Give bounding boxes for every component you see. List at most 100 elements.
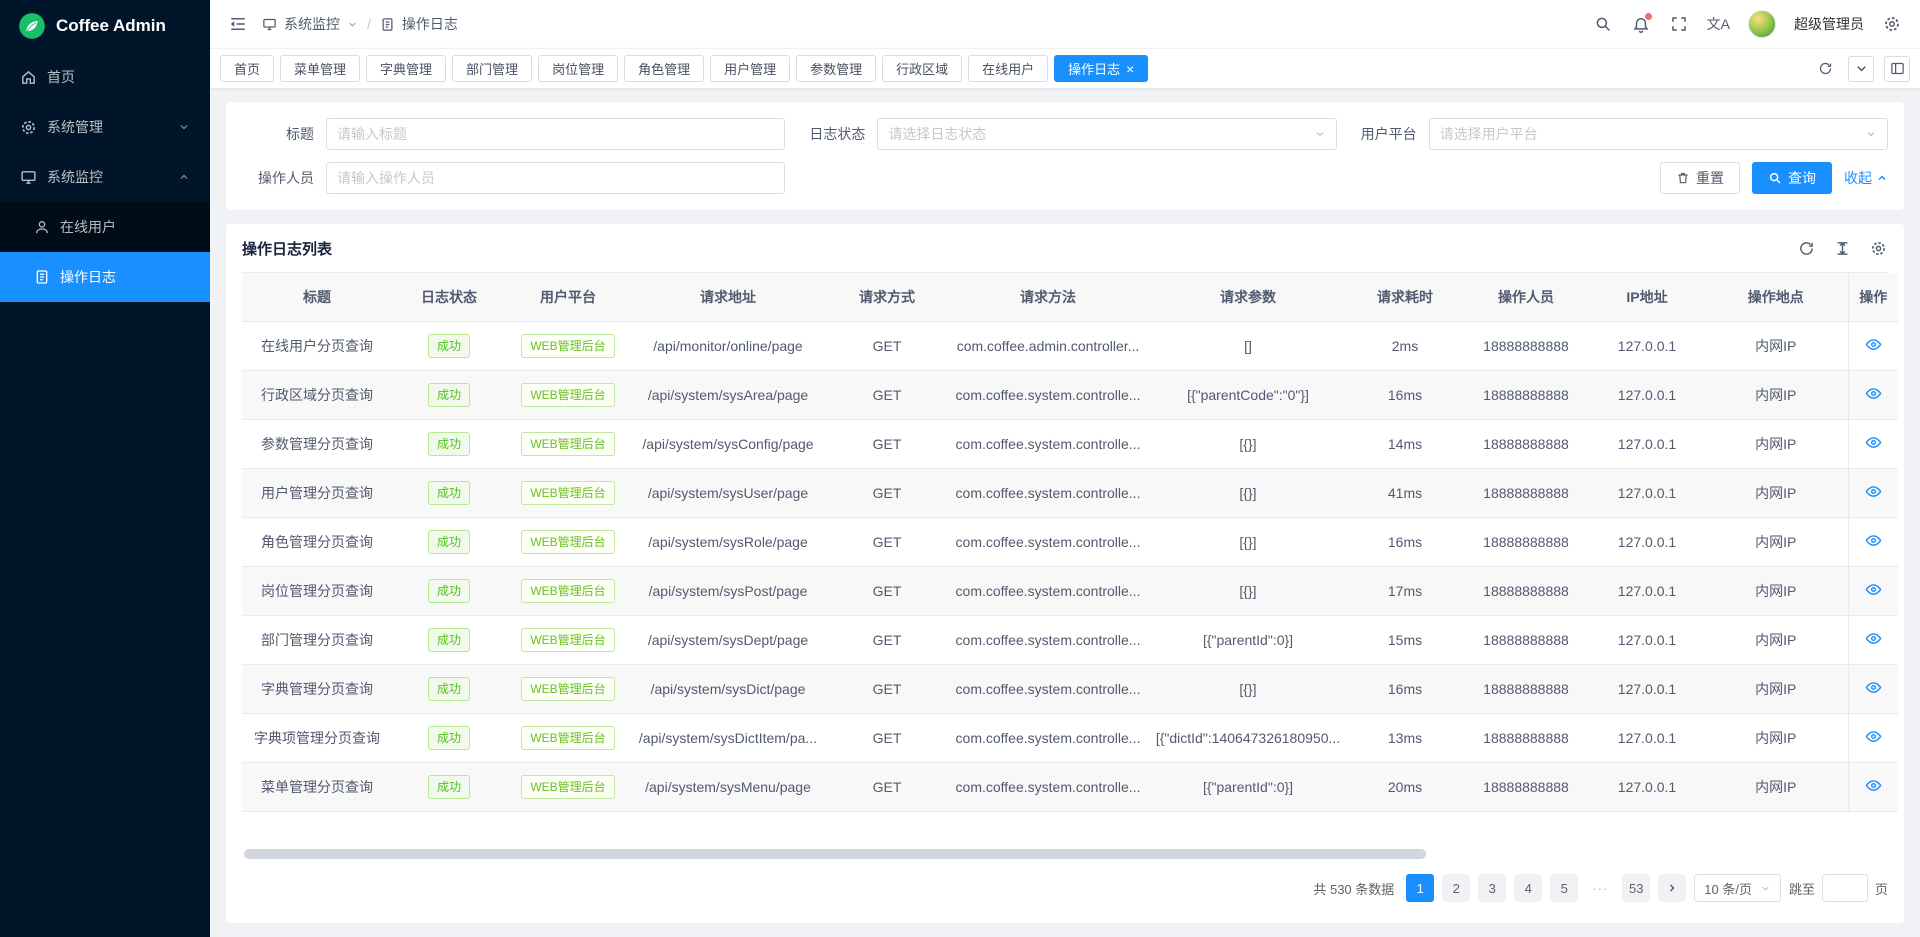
log-list-panel: 操作日志列表 <box>226 224 1904 923</box>
page-button[interactable]: 3 <box>1478 874 1506 902</box>
view-detail-button[interactable] <box>1865 679 1882 696</box>
language-switch-button[interactable]: 文A <box>1707 14 1730 34</box>
operation-log-table: 标题日志状态用户平台请求地址请求方式请求方法请求参数请求耗时操作人员IP地址操作… <box>242 273 1898 812</box>
log-status-label: 日志状态 <box>785 124 877 144</box>
cell-action <box>1848 713 1898 762</box>
tabs-refresh-button[interactable] <box>1812 56 1838 82</box>
sidebar-collapse-button[interactable] <box>228 14 248 34</box>
log-status-select[interactable]: 请选择日志状态 <box>877 118 1336 150</box>
cell-platform: WEB管理后台 <box>506 615 630 664</box>
tab-close-icon[interactable]: × <box>1126 62 1134 76</box>
main-area: 系统监控 / 操作日志 文A <box>210 0 1920 937</box>
sidebar-item-home[interactable]: 首页 <box>0 52 210 102</box>
collapse-filters-button[interactable]: 收起 <box>1844 168 1888 188</box>
tab-item[interactable]: 菜单管理 <box>280 55 360 82</box>
tab-label: 字典管理 <box>380 59 432 78</box>
tab-item[interactable]: 用户管理 <box>710 55 790 82</box>
tab-item[interactable]: 岗位管理 <box>538 55 618 82</box>
sidebar: Coffee Admin 首页 系统管理 系统监控 在线用户 <box>0 0 210 937</box>
breadcrumb-separator: / <box>367 16 371 32</box>
cell-operator: 18888888888 <box>1462 615 1590 664</box>
column-header: 请求耗时 <box>1348 273 1462 321</box>
cell-status: 成功 <box>392 713 506 762</box>
cell-operator: 18888888888 <box>1462 566 1590 615</box>
cell-url: /api/system/sysPost/page <box>630 566 826 615</box>
filter-row: 操作人员 重置 查询 <box>234 162 1888 194</box>
tab-item[interactable]: 角色管理 <box>624 55 704 82</box>
view-detail-button[interactable] <box>1865 581 1882 598</box>
page-ellipsis[interactable]: ··· <box>1586 874 1614 902</box>
status-tag: 成功 <box>428 579 470 603</box>
tabs-dropdown-button[interactable] <box>1848 56 1874 82</box>
chevron-down-icon <box>1854 61 1869 76</box>
cell-location: 内网IP <box>1704 762 1848 811</box>
gear-icon <box>1883 15 1901 33</box>
jump-page-input[interactable] <box>1822 874 1868 902</box>
page-size-select[interactable]: 10 条/页 <box>1694 874 1781 902</box>
page-button[interactable]: 2 <box>1442 874 1470 902</box>
cell-platform: WEB管理后台 <box>506 566 630 615</box>
page-button[interactable]: 4 <box>1514 874 1542 902</box>
platform-tag: WEB管理后台 <box>521 334 614 358</box>
tab-item[interactable]: 参数管理 <box>796 55 876 82</box>
page-button-group: 12345 ··· 53 <box>1406 874 1650 902</box>
view-detail-button[interactable] <box>1865 483 1882 500</box>
page-button[interactable]: 5 <box>1550 874 1578 902</box>
sidebar-item-operation-log[interactable]: 操作日志 <box>0 252 210 302</box>
view-detail-button[interactable] <box>1865 728 1882 745</box>
cell-duration: 2ms <box>1348 321 1462 370</box>
search-submit-button[interactable]: 查询 <box>1752 162 1832 194</box>
table-empty-space <box>242 812 1888 848</box>
sidebar-item-system-monitor[interactable]: 系统监控 <box>0 152 210 202</box>
title-input[interactable] <box>337 126 774 142</box>
leaf-logo-icon <box>18 12 46 40</box>
cell-status: 成功 <box>392 762 506 811</box>
notifications-button[interactable] <box>1631 14 1651 34</box>
settings-button[interactable] <box>1882 14 1902 34</box>
tab-item[interactable]: 在线用户 <box>968 55 1048 82</box>
reset-button[interactable]: 重置 <box>1660 162 1740 194</box>
view-detail-button[interactable] <box>1865 777 1882 794</box>
refresh-icon <box>1818 61 1833 76</box>
eye-icon <box>1865 483 1882 500</box>
cell-params: [{"parentId":0}] <box>1148 762 1348 811</box>
cell-location: 内网IP <box>1704 517 1848 566</box>
operator-input[interactable] <box>337 170 774 186</box>
table-zone: 标题日志状态用户平台请求地址请求方式请求方法请求参数请求耗时操作人员IP地址操作… <box>242 272 1888 863</box>
view-detail-button[interactable] <box>1865 385 1882 402</box>
layout-panel-button[interactable] <box>1884 56 1910 82</box>
chevron-down-icon <box>347 19 358 30</box>
table-refresh-button[interactable] <box>1796 238 1816 258</box>
view-detail-button[interactable] <box>1865 630 1882 647</box>
cell-platform: WEB管理后台 <box>506 468 630 517</box>
sidebar-item-system-management[interactable]: 系统管理 <box>0 102 210 152</box>
sidebar-item-online-users[interactable]: 在线用户 <box>0 202 210 252</box>
cell-operator: 18888888888 <box>1462 517 1590 566</box>
fullscreen-button[interactable] <box>1669 14 1689 34</box>
page-button[interactable]: 1 <box>1406 874 1434 902</box>
tab-label: 菜单管理 <box>294 59 346 78</box>
scrollbar-thumb[interactable] <box>244 849 1426 859</box>
page-button[interactable]: 53 <box>1622 874 1650 902</box>
breadcrumb-item[interactable]: 系统监控 <box>284 14 340 34</box>
cell-func: com.coffee.system.controlle... <box>948 517 1148 566</box>
tab-item[interactable]: 部门管理 <box>452 55 532 82</box>
view-detail-button[interactable] <box>1865 434 1882 451</box>
cell-platform: WEB管理后台 <box>506 419 630 468</box>
view-detail-button[interactable] <box>1865 336 1882 353</box>
user-platform-select[interactable]: 请选择用户平台 <box>1429 118 1888 150</box>
cell-func: com.coffee.system.controlle... <box>948 370 1148 419</box>
tab-item[interactable]: 首页 <box>220 55 274 82</box>
tab-item[interactable]: 操作日志× <box>1054 55 1148 82</box>
view-detail-button[interactable] <box>1865 532 1882 549</box>
tab-item[interactable]: 字典管理 <box>366 55 446 82</box>
table-density-button[interactable] <box>1832 238 1852 258</box>
page-size-value: 10 条/页 <box>1704 879 1752 898</box>
cell-action <box>1848 419 1898 468</box>
next-page-button[interactable] <box>1658 874 1686 902</box>
avatar[interactable] <box>1748 10 1776 38</box>
cell-status: 成功 <box>392 419 506 468</box>
tab-item[interactable]: 行政区域 <box>882 55 962 82</box>
search-button[interactable] <box>1593 14 1613 34</box>
column-settings-button[interactable] <box>1868 238 1888 258</box>
